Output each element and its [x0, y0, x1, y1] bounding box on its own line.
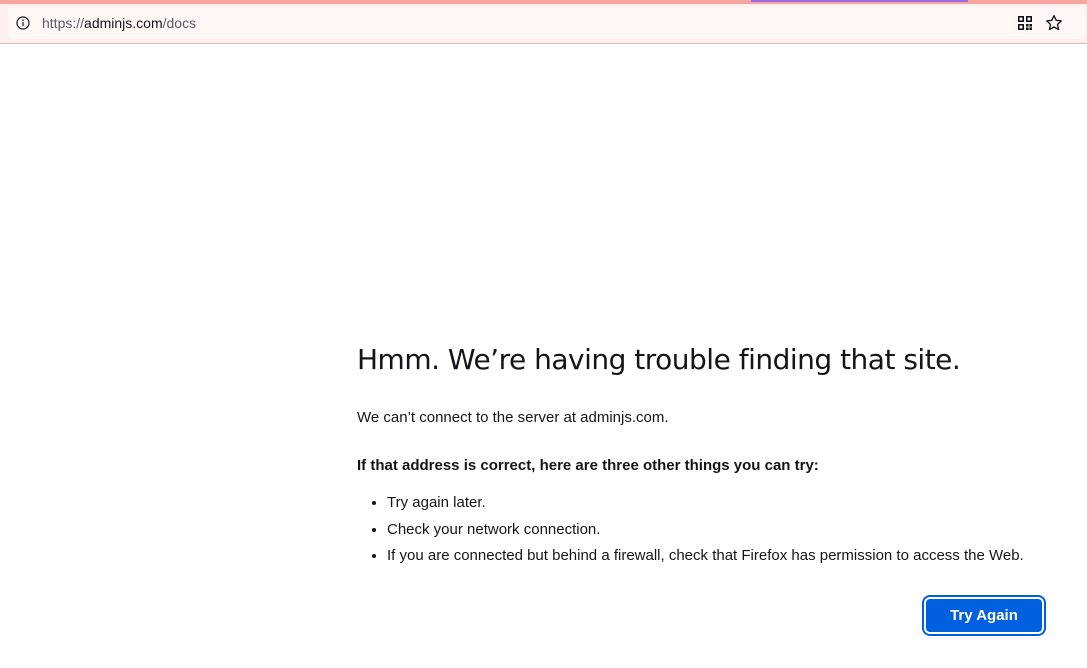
- qr-code-icon[interactable]: [1017, 15, 1033, 31]
- list-item: If you are connected but behind a firewa…: [387, 543, 1057, 570]
- advice-list: Try again later. Check your network conn…: [357, 490, 1057, 570]
- advice-title: If that address is correct, here are thr…: [357, 457, 819, 474]
- url-scheme: https://: [42, 15, 85, 31]
- error-title: Hmm. We’re having trouble finding that s…: [357, 343, 961, 376]
- url-path: /docs: [162, 15, 197, 31]
- address-bar[interactable]: https://adminjs.com/docs: [8, 7, 1085, 39]
- list-item: Check your network connection.: [387, 517, 1057, 544]
- url-text[interactable]: https://adminjs.com/docs: [42, 15, 196, 31]
- url-host: adminjs.com: [84, 15, 163, 31]
- try-again-button[interactable]: Try Again: [926, 599, 1042, 632]
- browser-toolbar: https://adminjs.com/docs: [0, 4, 1087, 44]
- list-item: Try again later.: [387, 490, 1057, 517]
- star-icon[interactable]: [1045, 14, 1063, 32]
- error-message: We can’t connect to the server at adminj…: [357, 409, 669, 426]
- info-icon[interactable]: [16, 16, 30, 30]
- error-page-content: Hmm. We’re having trouble finding that s…: [357, 335, 1057, 570]
- active-tab-indicator: [751, 0, 968, 2]
